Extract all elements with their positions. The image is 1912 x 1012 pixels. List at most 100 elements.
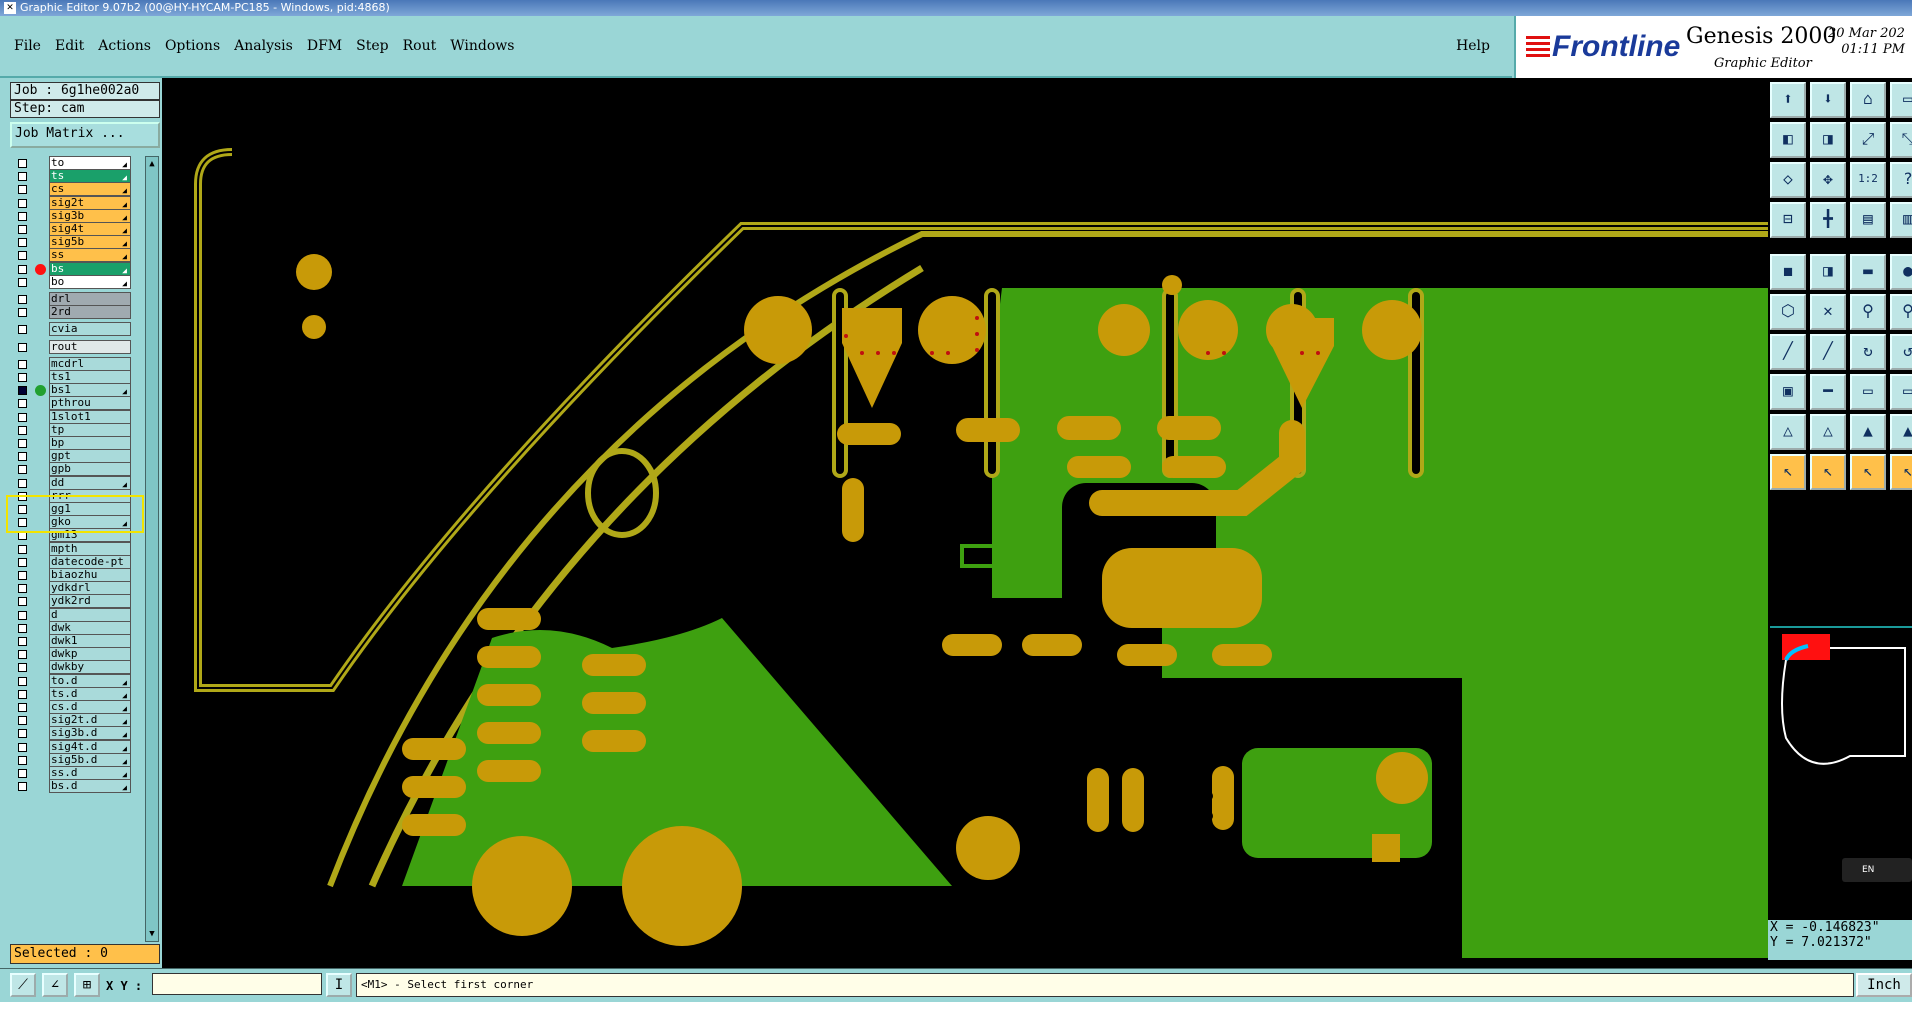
layer-name[interactable]: datecode-pt (49, 554, 131, 569)
layer-checkbox[interactable] (18, 412, 27, 422)
menu-edit[interactable]: Edit (55, 38, 84, 54)
layer-name[interactable]: ss.d ◢ (49, 766, 131, 780)
layer-name[interactable]: d (49, 607, 131, 622)
menu-file[interactable]: File (14, 38, 41, 54)
arc2-icon[interactable]: ↺ (1890, 334, 1912, 370)
layer-checkbox[interactable] (18, 238, 27, 248)
layer-name[interactable]: sig2t.d ◢ (49, 713, 131, 728)
layer-name[interactable]: drl (49, 292, 131, 306)
layer-name[interactable]: sig3b.d ◢ (49, 726, 131, 741)
layer-checkbox[interactable] (18, 663, 27, 673)
layer-checkbox[interactable] (18, 676, 27, 686)
layer-name[interactable]: dwkp (49, 647, 131, 662)
angle-icon[interactable]: ∠ (42, 973, 68, 997)
layer-checkbox[interactable] (18, 452, 27, 462)
menu-windows[interactable]: Windows (450, 38, 514, 54)
graphic-canvas[interactable] (162, 78, 1772, 968)
fit-center-icon[interactable]: ✥ (1810, 162, 1846, 198)
layers2-icon[interactable]: ▥ (1890, 202, 1912, 238)
panel-icon[interactable]: ▭ (1890, 82, 1912, 118)
menu-dfm[interactable]: DFM (307, 38, 342, 54)
triangle-icon[interactable]: △ (1770, 414, 1806, 450)
layer-checkbox[interactable] (18, 584, 27, 594)
layer-checkbox[interactable] (18, 557, 27, 567)
layer-name[interactable]: ss ◢ (49, 248, 131, 263)
layer-name[interactable]: sig5b.d ◢ (49, 752, 131, 767)
split-icon[interactable]: ╋ (1810, 202, 1846, 238)
layer-name[interactable]: to ◢ (49, 156, 131, 170)
zoom-box-icon[interactable]: ⤢ (1850, 122, 1886, 158)
menu-rout[interactable]: Rout (403, 38, 437, 54)
layer-row-bo[interactable]: bo ◢ (12, 274, 132, 290)
snapshot-icon[interactable]: ⬆ (1770, 82, 1806, 118)
menu-step[interactable]: Step (356, 38, 388, 54)
overview-map[interactable] (1770, 626, 1912, 856)
layer-checkbox[interactable] (18, 373, 27, 382)
layer-checkbox[interactable] (18, 251, 27, 261)
layer-name[interactable]: mcdrl (49, 356, 131, 371)
scroll-up-icon[interactable]: ▲ (147, 158, 157, 170)
layer-name[interactable]: ts1 (49, 370, 131, 384)
layer-checkbox[interactable] (18, 742, 27, 752)
layer-name[interactable]: sig3b ◢ (49, 208, 131, 223)
triangle3-icon[interactable]: ▲ (1850, 414, 1886, 450)
layer-name[interactable]: dd ◢ (49, 475, 131, 490)
layer-name[interactable]: dwk1 (49, 634, 131, 648)
layer-name[interactable]: bo ◢ (49, 274, 131, 289)
layer-checkbox[interactable] (18, 769, 27, 778)
layer-checkbox[interactable] (18, 159, 27, 168)
select-box-icon[interactable]: ▣ (1770, 374, 1806, 410)
triangle2-icon[interactable]: △ (1810, 414, 1846, 450)
node-icon[interactable]: ⬡ (1770, 294, 1806, 330)
layer-checkbox[interactable] (18, 610, 27, 620)
layer-row-bs.d[interactable]: bs.d ◢ (12, 779, 132, 794)
layer-name[interactable]: ydkdrl (49, 581, 131, 596)
window-icon[interactable]: ⬇ (1810, 82, 1846, 118)
layer-name[interactable]: bp (49, 436, 131, 450)
pointer-icon[interactable]: ↖ (1770, 454, 1806, 490)
layer-name[interactable]: ydk2rd (49, 594, 131, 609)
layer-name[interactable]: pthrou (49, 396, 131, 411)
layer-checkbox[interactable] (18, 571, 27, 580)
layer-checkbox[interactable] (18, 399, 27, 409)
layer-checkbox[interactable] (18, 729, 27, 739)
grid-icon[interactable]: ⊞ (74, 973, 100, 997)
layer-name[interactable]: rout (49, 339, 131, 354)
camera-icon[interactable]: ◼ (1770, 254, 1806, 290)
layer-checkbox[interactable] (18, 264, 27, 274)
cursor-icon[interactable]: I (326, 973, 352, 997)
layer-checkbox[interactable] (18, 295, 27, 304)
layer-name[interactable]: 2rd (49, 305, 131, 320)
home-icon[interactable]: ⌂ (1850, 82, 1886, 118)
layer-name[interactable]: bs1 ◢ (49, 383, 131, 398)
layer-name[interactable]: dwkby (49, 660, 131, 675)
layer-checkbox[interactable] (18, 386, 27, 396)
dot-icon[interactable]: ● (1890, 254, 1912, 290)
layer-checkbox[interactable] (18, 211, 27, 221)
layer-checkbox[interactable] (18, 277, 27, 287)
layer-name[interactable]: cs.d ◢ (49, 700, 131, 714)
layer-scrollbar[interactable]: ▲ ▼ (145, 156, 159, 942)
layer-checkbox[interactable] (18, 782, 27, 792)
layer-row-rout[interactable]: rout (12, 339, 132, 355)
layer-checkbox[interactable] (18, 650, 27, 660)
layer-name[interactable]: sig4t.d ◢ (49, 739, 131, 754)
pan-left-icon[interactable]: ◧ (1770, 122, 1806, 158)
layer-name[interactable]: bs.d ◢ (49, 779, 131, 794)
fit-all-icon[interactable]: ◇ (1770, 162, 1806, 198)
layer-name[interactable]: 1slot1 (49, 409, 131, 424)
ruler-icon[interactable]: ▬ (1850, 254, 1886, 290)
help-icon[interactable]: ? (1890, 162, 1912, 198)
arc-icon[interactable]: ↻ (1850, 334, 1886, 370)
layer-name[interactable]: ts.d ◢ (49, 686, 131, 701)
cross-icon[interactable]: ✕ (1810, 294, 1846, 330)
layer-name[interactable]: mpth (49, 541, 131, 556)
pointer3-icon[interactable]: ↖ (1850, 454, 1886, 490)
layer-checkbox[interactable] (18, 185, 27, 195)
layer-checkbox[interactable] (18, 172, 27, 182)
layer-checkbox[interactable] (18, 308, 27, 318)
snap-icon[interactable]: ⟋ (10, 973, 36, 997)
scroll-down-icon[interactable]: ▼ (147, 928, 157, 940)
language-indicator[interactable]: EN (1842, 858, 1912, 882)
layer-checkbox[interactable] (18, 544, 27, 554)
